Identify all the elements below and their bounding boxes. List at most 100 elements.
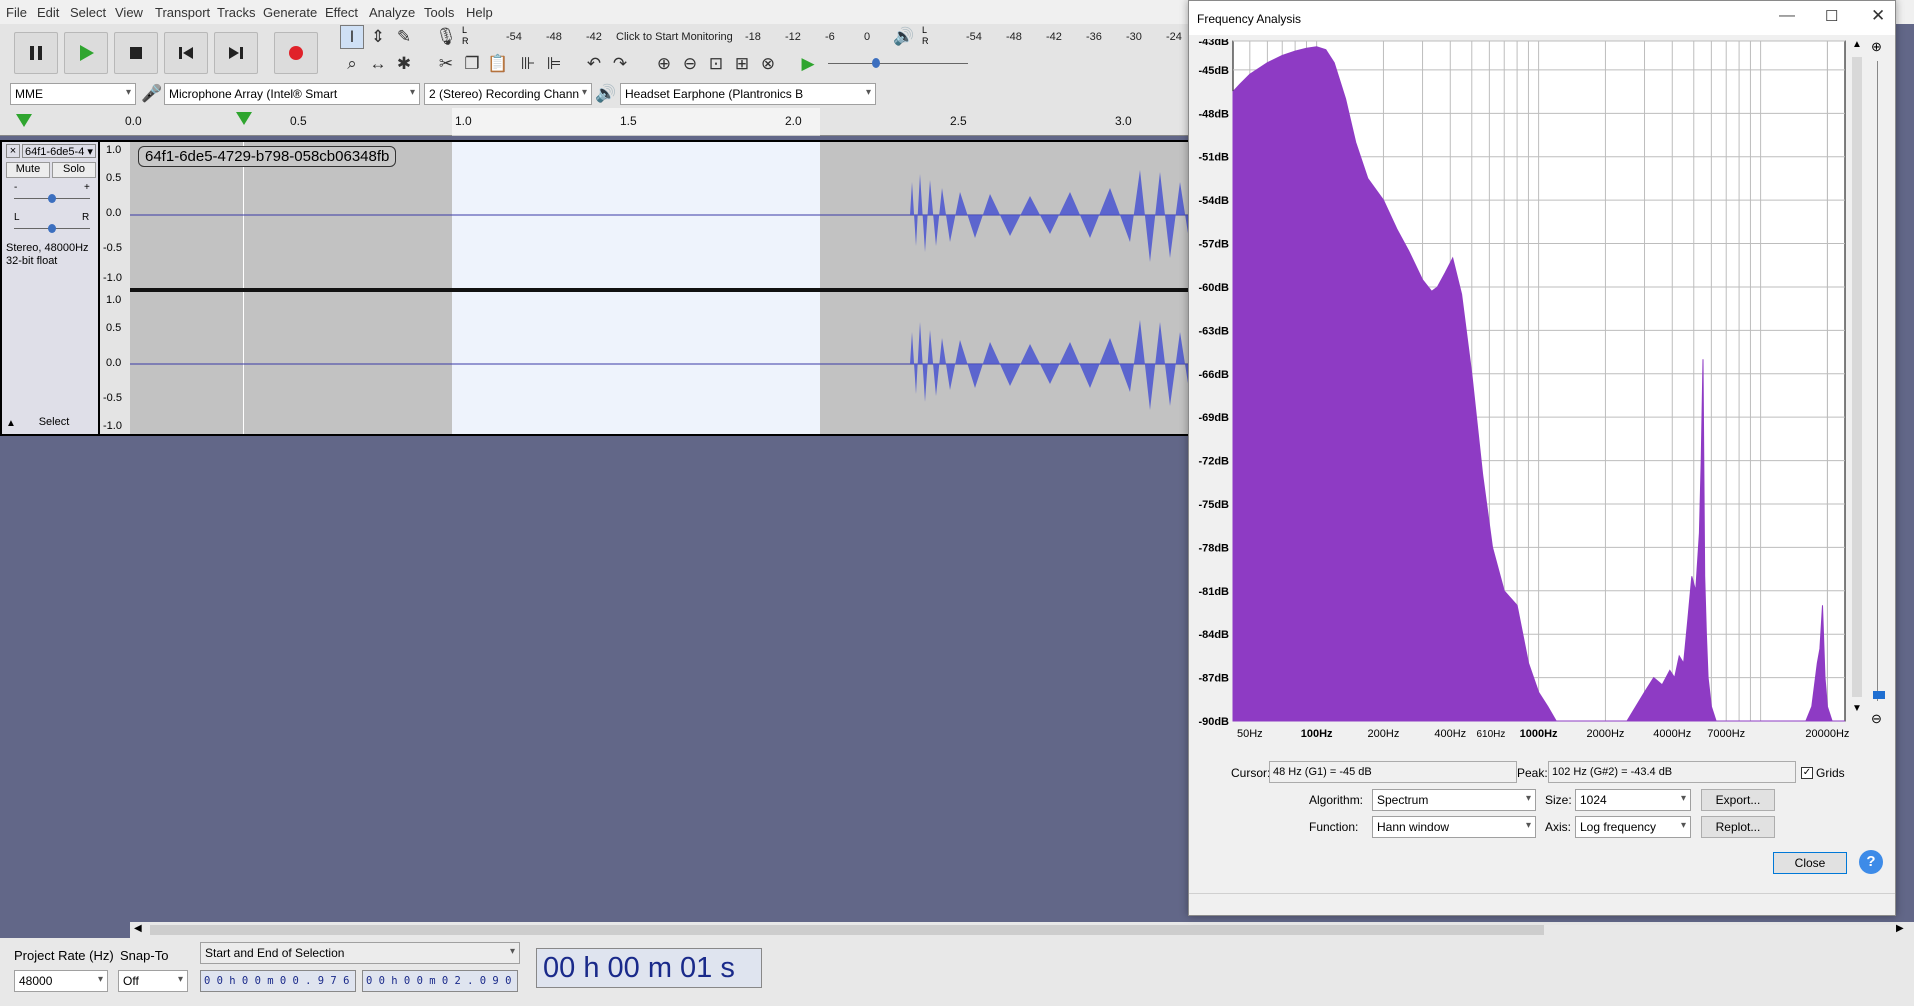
redo-icon[interactable]: ↷ bbox=[608, 52, 632, 76]
menu-view[interactable]: View bbox=[115, 5, 143, 20]
zoom-in-vertical-icon[interactable]: ⊕ bbox=[1871, 39, 1882, 55]
size-label: Size: bbox=[1545, 793, 1572, 807]
record-button[interactable] bbox=[274, 32, 318, 74]
menu-edit[interactable]: Edit bbox=[37, 5, 59, 20]
axis-select[interactable]: Log frequency ▾ bbox=[1575, 816, 1691, 838]
timeshift-tool-icon[interactable]: ↔ bbox=[366, 52, 390, 76]
audio-position-time[interactable]: 00 h 00 m 01 s bbox=[536, 948, 762, 988]
menu-tracks[interactable]: Tracks bbox=[217, 5, 256, 20]
play-meter-r-label: R bbox=[922, 36, 929, 46]
skip-end-button[interactable] bbox=[214, 32, 258, 74]
selection-start-time[interactable]: 0 0 h 0 0 m 0 0 . 9 7 6 s bbox=[200, 970, 356, 992]
silence-icon[interactable]: ⊫ bbox=[542, 52, 566, 76]
mic-meter-icon[interactable]: 🎙 bbox=[434, 25, 458, 49]
trim-icon[interactable]: ⊪ bbox=[516, 52, 540, 76]
device-toolbar: MME ▾ 🎤 Microphone Array (Intel® Smart ▾ 2… bbox=[0, 80, 1190, 108]
ruler-tick: 2.0 bbox=[785, 114, 802, 128]
pan-slider[interactable] bbox=[14, 224, 90, 234]
minimize-icon[interactable]: — bbox=[1779, 7, 1795, 25]
envelope-tool-icon[interactable]: ⇕ bbox=[366, 25, 390, 49]
scroll-down-icon[interactable]: ▼ bbox=[1852, 703, 1862, 714]
menu-file[interactable]: File bbox=[6, 5, 27, 20]
meter-l-label: L bbox=[462, 25, 468, 35]
scroll-up-icon[interactable]: ▲ bbox=[1852, 39, 1862, 50]
menu-transport[interactable]: Transport bbox=[155, 5, 210, 20]
playback-device-select[interactable]: Headset Earphone (Plantronics B ▾ bbox=[620, 83, 876, 105]
draw-tool-icon[interactable]: ✎ bbox=[392, 25, 416, 49]
dialog-vscroll[interactable]: ▲ ▼ bbox=[1849, 39, 1865, 719]
size-select[interactable]: 1024 ▾ bbox=[1575, 789, 1691, 811]
export-button[interactable]: Export... bbox=[1701, 789, 1775, 811]
replot-button[interactable]: Replot... bbox=[1701, 816, 1775, 838]
recording-channels-select[interactable]: 2 (Stereo) Recording Chann ▾ bbox=[424, 83, 592, 105]
recording-device-select[interactable]: Microphone Array (Intel® Smart ▾ bbox=[164, 83, 420, 105]
cut-icon[interactable]: ✂ bbox=[434, 52, 458, 76]
paste-icon[interactable]: 📋 bbox=[486, 52, 510, 76]
snap-to-select[interactable]: Off ▾ bbox=[118, 970, 188, 992]
skip-start-button[interactable] bbox=[164, 32, 208, 74]
timeline-ruler[interactable]: 0.0 0.5 1.0 1.5 2.0 2.5 3.0 bbox=[0, 108, 1190, 136]
zoom-toggle-icon[interactable]: ⊗ bbox=[756, 52, 780, 76]
zoom-in-icon[interactable]: ⊕ bbox=[652, 52, 676, 76]
collapse-icon[interactable]: ▲ bbox=[6, 418, 16, 429]
copy-icon[interactable]: ❐ bbox=[460, 52, 484, 76]
vertical-zoom-slider[interactable] bbox=[1873, 61, 1885, 701]
project-rate-select[interactable]: 48000 ▾ bbox=[14, 970, 108, 992]
track-close-button[interactable]: × bbox=[6, 144, 20, 158]
scroll-left-icon[interactable]: ◀ bbox=[134, 923, 142, 934]
selection-tool-icon[interactable]: I bbox=[340, 25, 364, 49]
scroll-right-icon[interactable]: ▶ bbox=[1896, 923, 1904, 934]
zoom-out-icon[interactable]: ⊖ bbox=[678, 52, 702, 76]
menu-tools[interactable]: Tools bbox=[424, 5, 454, 20]
menu-effect[interactable]: Effect bbox=[325, 5, 358, 20]
menu-select[interactable]: Select bbox=[70, 5, 106, 20]
zoom-tool-icon[interactable]: ⌕ bbox=[340, 52, 364, 76]
close-window-icon[interactable]: ✕ bbox=[1871, 6, 1885, 26]
menu-generate[interactable]: Generate bbox=[263, 5, 317, 20]
horizontal-scrollbar[interactable]: ◀ ▶ bbox=[130, 922, 1914, 938]
play-speed-slider[interactable] bbox=[828, 57, 968, 71]
solo-button[interactable]: Solo bbox=[52, 162, 96, 178]
grids-checkbox[interactable]: ✓ bbox=[1801, 767, 1813, 779]
audio-host-select[interactable]: MME ▾ bbox=[10, 83, 136, 105]
maximize-icon[interactable]: ☐ bbox=[1825, 7, 1838, 25]
meter-tick: -54 bbox=[506, 31, 522, 43]
fit-project-icon[interactable]: ⊞ bbox=[730, 52, 754, 76]
spectrum-chart[interactable]: -43dB -45dB -48dB -51dB -54dB -57dB -60dB -63dB… bbox=[1189, 39, 1849, 759]
y-tick-label: -90dB bbox=[1198, 716, 1229, 728]
stop-button[interactable] bbox=[114, 32, 158, 74]
speaker-meter-icon[interactable]: 🔊 bbox=[892, 25, 916, 49]
close-button[interactable]: Close bbox=[1773, 852, 1847, 874]
y-tick-label: -87dB bbox=[1198, 673, 1229, 685]
fit-selection-icon[interactable]: ⊡ bbox=[704, 52, 728, 76]
play-at-speed-icon[interactable]: ▶ bbox=[796, 52, 820, 76]
track-name-menu[interactable]: 64f1-6de5-4 ▾ bbox=[22, 144, 96, 158]
track-control-panel[interactable]: × 64f1-6de5-4 ▾ Mute Solo - + L R Stereo… bbox=[0, 140, 100, 436]
algorithm-select[interactable]: Spectrum ▾ bbox=[1372, 789, 1536, 811]
scroll-thumb[interactable] bbox=[150, 925, 1544, 935]
function-select[interactable]: Hann window ▾ bbox=[1372, 816, 1536, 838]
waveform-area[interactable]: 64f1-6de5-4729-b798-058cb06348fb bbox=[130, 140, 1190, 436]
undo-icon[interactable]: ↶ bbox=[582, 52, 606, 76]
y-tick-label: -45dB bbox=[1198, 65, 1229, 77]
menu-help[interactable]: Help bbox=[466, 5, 493, 20]
play-button[interactable] bbox=[64, 32, 108, 74]
dialog-titlebar[interactable]: Frequency Analysis — ☐ ✕ bbox=[1189, 1, 1895, 35]
cursor-marker-icon[interactable] bbox=[236, 112, 252, 126]
menu-analyze[interactable]: Analyze bbox=[369, 5, 415, 20]
multi-tool-icon[interactable]: ✱ bbox=[392, 52, 416, 76]
play-head-marker-icon[interactable] bbox=[16, 114, 32, 128]
mute-button[interactable]: Mute bbox=[6, 162, 50, 178]
selection-end-time[interactable]: 0 0 h 0 0 m 0 2 . 0 9 0 s bbox=[362, 970, 518, 992]
record-meter[interactable]: -54 -48 -42 Click to Start Monitoring -1… bbox=[470, 28, 880, 48]
select-track-button[interactable]: Select bbox=[24, 416, 84, 432]
help-button[interactable]: ? bbox=[1859, 850, 1883, 874]
zoom-out-vertical-icon[interactable]: ⊖ bbox=[1871, 711, 1882, 727]
pause-button[interactable] bbox=[14, 32, 58, 74]
pan-r-label: R bbox=[82, 212, 90, 223]
playback-meter[interactable]: -54 -48 -42 -36 -30 -24 bbox=[930, 28, 1190, 48]
selection-mode-select[interactable]: Start and End of Selection ▾ bbox=[200, 942, 520, 964]
gain-slider[interactable] bbox=[14, 194, 90, 204]
amplitude-scale: 1.0 0.5 0.0 -0.5 -1.0 1.0 0.5 0.0 -0.5 -… bbox=[100, 140, 130, 436]
monitoring-prompt[interactable]: Click to Start Monitoring bbox=[616, 31, 733, 43]
